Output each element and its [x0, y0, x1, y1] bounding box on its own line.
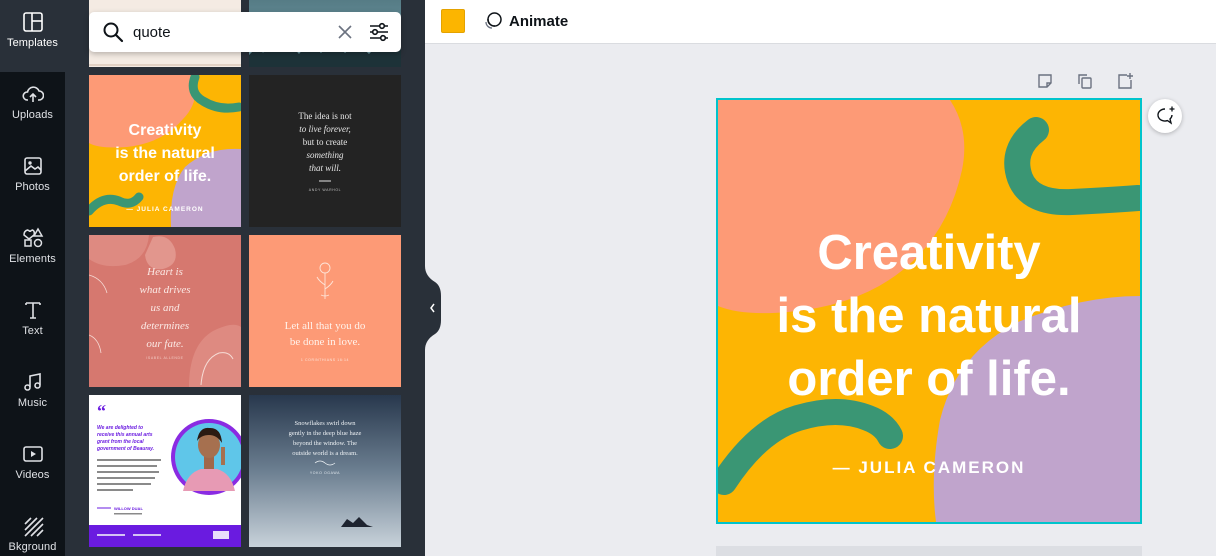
add-page-button[interactable]	[1114, 70, 1136, 92]
thumb-quote-line: us and	[150, 302, 180, 314]
thumb-quote-line: determines	[141, 320, 189, 332]
search-bar	[89, 12, 401, 52]
template-thumb-creativity[interactable]: Creativity is the natural order of life.…	[89, 75, 241, 227]
text-icon	[24, 302, 41, 319]
thumb-quote-line: Heart is	[146, 266, 183, 278]
filter-icon[interactable]	[368, 21, 390, 43]
add-note-button[interactable]	[1034, 70, 1056, 92]
editor-toolbar: Animate	[425, 0, 1216, 44]
thumb-quote-line: Let all that you do	[285, 320, 366, 332]
background-icon	[23, 517, 44, 537]
close-icon[interactable]	[336, 23, 354, 41]
nav-elements[interactable]: Elements	[0, 216, 65, 288]
template-thumb-love[interactable]: Let all that you do be done in love. 1 C…	[249, 235, 401, 387]
thumb-quote-line: grant from the local	[96, 439, 144, 445]
quote-line: order of life.	[787, 352, 1071, 406]
nav-templates[interactable]: Templates	[0, 0, 65, 72]
thumb-quote-line: order of life.	[119, 168, 211, 185]
nav-label: Videos	[15, 469, 50, 481]
svg-text:“: “	[97, 401, 106, 421]
nav-text[interactable]: Text	[0, 288, 65, 360]
animate-icon	[485, 12, 502, 29]
nav-label: Uploads	[11, 109, 54, 121]
thumb-quote-line: receive this annual arts	[97, 432, 153, 438]
thumb-quote-line: gently in the deep blue haze	[289, 430, 362, 437]
thumb-quote-line: but to create	[303, 137, 347, 147]
thumb-quote-line: to live forever,	[299, 124, 350, 134]
add-comment-button[interactable]	[1148, 99, 1182, 133]
template-thumb-heart[interactable]: Heart is what drives us and determines o…	[89, 235, 241, 387]
quote-line: is the natural	[776, 289, 1082, 343]
template-thumb-snowflakes[interactable]: Snowflakes swirl down gently in the deep…	[249, 395, 401, 547]
nav-label: Templates	[6, 37, 59, 49]
upload-icon	[21, 86, 44, 102]
thumb-quote-line: The idea is not	[298, 111, 352, 121]
music-icon	[23, 373, 41, 391]
thumb-quote-line: government of Beauray.	[96, 446, 154, 452]
template-thumb-grant[interactable]: “ We are delighted to receive this annua…	[89, 395, 241, 547]
thumb-quote-line: our fate.	[146, 338, 183, 350]
nav-label: Elements	[9, 253, 56, 265]
thumb-quote-line: Creativity	[129, 122, 202, 139]
template-thumb-warhol[interactable]: The idea is not to live forever, but to …	[249, 75, 401, 227]
nav-label: Bkground	[8, 541, 57, 553]
thumb-author: 1 CORINTHIANS 16:14	[301, 358, 349, 362]
design-quote[interactable]: Creativity is the natural order of life.	[718, 222, 1140, 411]
nav-background[interactable]: Bkground	[0, 504, 65, 556]
thumb-quote-line: what drives	[139, 284, 190, 296]
photo-icon	[23, 157, 42, 175]
nav-label: Music	[17, 397, 48, 409]
thumb-quote-line: that will.	[309, 163, 341, 173]
nav-label: Photos	[15, 181, 50, 193]
design-author[interactable]: — JULIA CAMERON	[718, 458, 1140, 478]
collapse-panel-button[interactable]	[425, 266, 441, 350]
search-icon	[103, 22, 124, 43]
design-canvas[interactable]: Creativity is the natural order of life.…	[716, 98, 1142, 524]
nav-uploads[interactable]: Uploads	[0, 72, 65, 144]
video-icon	[22, 446, 43, 462]
nav-photos[interactable]: Photos	[0, 144, 65, 216]
duplicate-icon	[1078, 74, 1092, 89]
nav-videos[interactable]: Videos	[0, 432, 65, 504]
elements-icon	[22, 227, 43, 248]
nav-label: Text	[22, 325, 43, 337]
side-nav: Templates Uploads Photos Elements Text M…	[0, 0, 65, 556]
search-input[interactable]	[133, 23, 328, 41]
background-color-button[interactable]	[441, 9, 465, 33]
templates-icon	[22, 12, 43, 32]
thumb-quote-line: beyond the window. The	[293, 440, 357, 447]
thumb-quote-line: is the natural	[115, 145, 215, 162]
thumb-quote-line: outside world is a dream.	[292, 450, 358, 457]
thumb-author: YOKO OGAWA	[310, 471, 340, 475]
templates-panel: Creativity is the natural order of life.…	[65, 0, 425, 556]
thumb-quote-line: Snowflakes swirl down	[294, 420, 356, 427]
animate-label: Animate	[509, 12, 569, 30]
note-icon	[1038, 74, 1052, 88]
thumb-author: ISABEL ALLENDE	[146, 356, 183, 360]
duplicate-page-button[interactable]	[1074, 70, 1096, 92]
quote-line: Creativity	[817, 226, 1041, 280]
thumb-quote-line: We are delighted to	[97, 425, 143, 431]
thumb-quote-line: something	[307, 150, 344, 160]
add-page-icon	[1118, 73, 1133, 89]
thumb-author: — JULIA CAMERON	[126, 206, 203, 213]
nav-music[interactable]: Music	[0, 360, 65, 432]
thumb-author: ANDY WARHOL	[309, 188, 341, 192]
thumb-author: WILLOW DUAL	[114, 506, 143, 511]
thumb-quote-line: be done in love.	[290, 336, 361, 348]
next-page-preview	[716, 546, 1142, 556]
comment-plus-icon	[1157, 106, 1175, 125]
animate-button[interactable]: Animate	[483, 8, 568, 34]
